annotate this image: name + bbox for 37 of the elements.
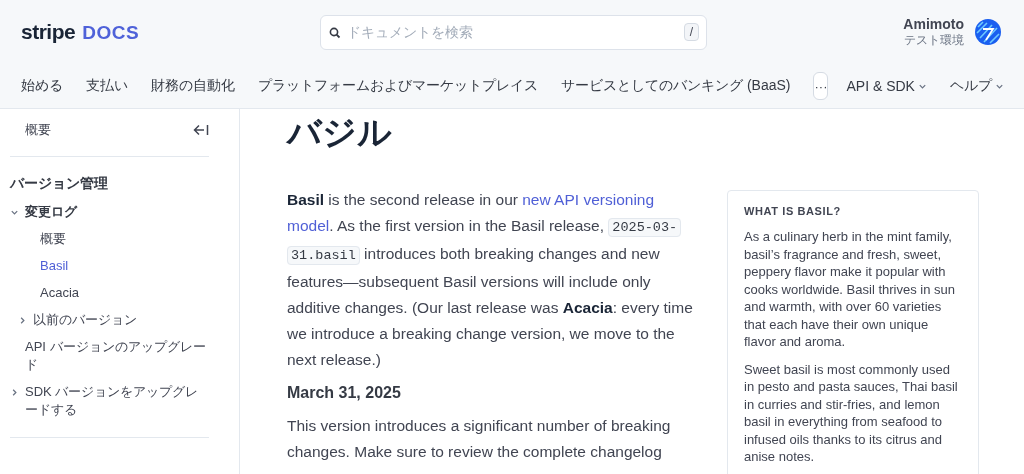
nav-link[interactable]: 財務の自動化 — [151, 77, 235, 95]
sidebar-item[interactable]: Basil — [40, 257, 69, 275]
environment-label: テスト環境 — [904, 31, 964, 49]
version-code: 31.basil — [287, 246, 360, 265]
page-title: バジル — [287, 115, 393, 149]
nav-link[interactable]: 始める — [21, 77, 63, 95]
sidebar-link[interactable]: 概要 — [10, 121, 51, 139]
more-button[interactable]: ··· — [813, 72, 829, 100]
chevron-icon — [10, 387, 19, 397]
chevron-icon — [18, 315, 27, 325]
version-code: 2025-03- — [608, 218, 682, 237]
date-heading: March 31, 2025 — [287, 383, 402, 403]
account-name: Amimoto — [903, 15, 964, 32]
versioning-link[interactable]: new API versioning — [522, 191, 655, 208]
sidebar-item[interactable]: 以前のバージョン — [33, 311, 137, 329]
search-icon — [329, 26, 341, 39]
sidebar-item[interactable]: 概要 — [40, 230, 66, 248]
nav-link[interactable]: 支払い — [86, 77, 128, 95]
brand-logo[interactable]: stripe — [21, 20, 76, 44]
docs-label: DOCS — [82, 22, 140, 44]
sidebar-item[interactable]: SDK バージョンをアップグレードする — [25, 383, 209, 419]
nav-link[interactable]: サービスとしてのバンキング (BaaS) — [561, 77, 791, 95]
collapse-sidebar-icon[interactable] — [193, 124, 209, 136]
versioning-link[interactable]: model — [287, 217, 330, 234]
card-title: WHAT IS BASIL? — [744, 205, 842, 217]
intro-paragraph: Basil is the second release in our new API versioning model. As the first version in the Basil release, 2025-03- 31.basil introduces both breaking changes and new features—subsequent Basil versions will include only additive changes. (Our last release was Acacia: every time we introduce a breaking change version, we move to the next release.) — [287, 190, 694, 370]
nav-menu[interactable]: ヘルプ — [949, 77, 1004, 95]
card-paragraph: Sweet basil is most commonly used in pesto and pasta sauces, Thai basil in curries and stir-fries, and lemon basil in everything from seafood to infused oils thanks to its citrus and anise notes. — [744, 360, 959, 466]
body-paragraph: This version introduces a significant number of breaking changes. Make sure to review the complete changelog — [287, 416, 672, 462]
card-paragraph: As a culinary herb in the mint family, basil’s fragrance and fresh, sweet, peppery flavor make it popular with cooks worldwide. Basil thrives in sun and warmth, with over 60 varieties that each have their own unique flavor and aroma. — [744, 228, 956, 351]
nav-link[interactable]: プラットフォームおよびマーケットプレイス — [258, 77, 538, 95]
sidebar-item[interactable]: 変更ログ — [25, 203, 77, 221]
sidebar-item[interactable]: API バージョンのアップグレード — [25, 338, 209, 374]
account-avatar-icon[interactable] — [974, 18, 1002, 46]
section-title: バージョン管理 — [10, 175, 109, 193]
sidebar-item[interactable]: Acacia — [40, 284, 80, 302]
nav-menu[interactable]: API & SDK — [846, 78, 927, 94]
